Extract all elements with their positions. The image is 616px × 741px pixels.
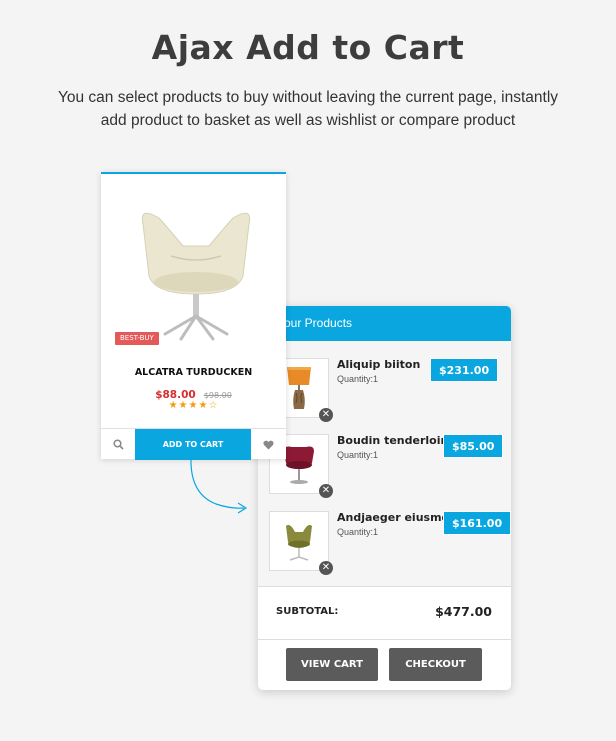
cart-item-name[interactable]: Aliquip biiton: [337, 358, 420, 371]
cart-item-name[interactable]: Andjaeger eiusmo: [337, 511, 449, 524]
remove-item-icon[interactable]: ✕: [319, 484, 333, 498]
best-buy-badge: BEST-BUY: [115, 332, 159, 345]
subtotal-label: SUBTOTAL:: [276, 606, 339, 617]
cart-item-quantity: Quantity:1: [337, 374, 379, 384]
product-actions: ADD TO CART: [101, 428, 286, 460]
hero-subtitle-line-1: You can select products to buy without l…: [57, 89, 559, 106]
hero-title: Ajax Add to Cart: [151, 28, 465, 67]
remove-item-icon[interactable]: ✕: [319, 408, 333, 422]
product-old-price: $98.00: [203, 391, 232, 400]
hero-subtitle-line-2: add product to basket as well as wishlis…: [100, 112, 516, 129]
cart-item-quantity: Quantity:1: [337, 450, 379, 460]
cart-item-name[interactable]: Boudin tenderloin: [337, 434, 448, 447]
subtotal-value: $477.00: [435, 604, 492, 619]
rating-stars: ★★★★☆: [168, 400, 219, 411]
product-name[interactable]: ALCATRA TURDUCKEN: [101, 367, 286, 378]
cart-item: ✕ Andjaeger eiusmo Quantity:1 $161.00: [269, 511, 511, 575]
product-image-swan-chair[interactable]: [121, 194, 271, 349]
subtotal-row: SUBTOTAL: $477.00: [258, 588, 511, 640]
cart-item: ✕ Aliquip biiton Quantity:1 $231.00: [269, 358, 509, 422]
checkout-button[interactable]: CHECKOUT: [389, 648, 482, 681]
cart-item-thumbnail-olive-chair[interactable]: [269, 511, 329, 571]
mini-cart-items: ✕ Aliquip biiton Quantity:1 $231.00 ✕ Bo…: [258, 341, 511, 587]
curved-arrow-icon: [190, 457, 248, 514]
mini-cart-panel: our Products ✕ Aliquip biiton Quantity:1…: [258, 306, 511, 690]
cart-item-quantity: Quantity:1: [337, 527, 379, 537]
cart-item-price: $85.00: [443, 434, 504, 458]
hero-subtitle: You can select products to buy without l…: [30, 86, 586, 132]
cart-item-price: $231.00: [430, 358, 499, 382]
mini-cart-header: our Products: [258, 306, 511, 341]
view-cart-button[interactable]: VIEW CART: [286, 648, 378, 681]
product-card: BEST-BUY ALCATRA TURDUCKEN $88.00 $98.00…: [101, 172, 286, 460]
heart-icon[interactable]: [251, 429, 286, 460]
cart-item: ✕ Boudin tenderloin Quantity:1 $85.00: [269, 434, 509, 498]
remove-item-icon[interactable]: ✕: [319, 561, 333, 575]
cart-item-price: $161.00: [443, 511, 511, 535]
search-icon[interactable]: [101, 429, 135, 460]
